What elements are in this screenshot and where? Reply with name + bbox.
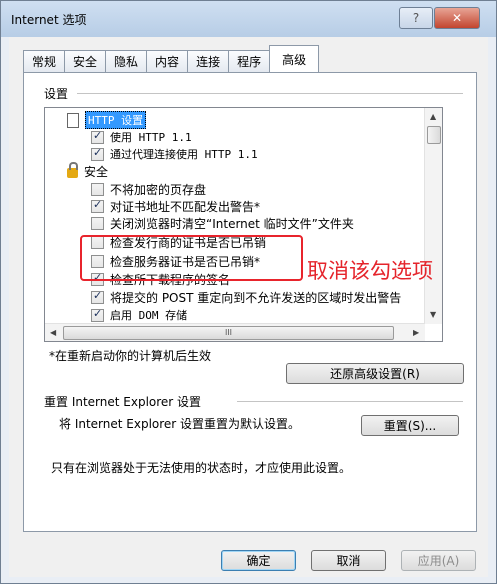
list-item[interactable]: 不将加密的页存盘 — [91, 181, 206, 197]
internet-options-window: Internet 选项 ? ✕ 常规 安全 隐私 内容 连接 程序 高级 设置 … — [0, 0, 497, 584]
settings-divider — [77, 93, 463, 94]
restart-note: *在重新启动你的计算机后生效 — [49, 349, 212, 363]
settings-group-label: 设置 — [44, 87, 69, 101]
list-item[interactable]: 对证书地址不匹配发出警告* — [91, 198, 260, 214]
checkbox[interactable] — [91, 182, 104, 196]
close-button[interactable]: ✕ — [434, 7, 480, 29]
settings-list[interactable]: HTTP 设置 使用 HTTP 1.1 通过代理连接使用 HTTP 1.1 安全… — [44, 107, 443, 342]
cancel-button[interactable]: 取消 — [311, 550, 386, 571]
tab-privacy[interactable]: 隐私 — [105, 50, 148, 72]
tab-strip: 常规 安全 隐私 内容 连接 程序 高级 — [23, 45, 320, 72]
checkbox[interactable] — [91, 129, 104, 144]
checkbox[interactable] — [91, 146, 104, 161]
list-item-label: 启用 DOM 存储 — [110, 309, 188, 322]
list-item-label: 不将加密的页存盘 — [110, 182, 207, 197]
checkbox[interactable] — [91, 198, 104, 213]
tab-advanced[interactable]: 高级 — [269, 45, 320, 72]
tab-programs[interactable]: 程序 — [228, 50, 271, 72]
reset-button[interactable]: 重置(S)... — [361, 415, 459, 436]
reset-note: 只有在浏览器处于无法使用的状态时，才应使用此设置。 — [51, 461, 352, 475]
list-item-label: 将提交的 POST 重定向到不允许发送的区域时发出警告 — [110, 290, 402, 305]
list-item[interactable]: 检查发行商的证书是否已吊销 — [91, 234, 266, 250]
list-item-label: 使用 HTTP 1.1 — [110, 131, 192, 144]
scroll-left-icon[interactable]: ◀ — [50, 328, 56, 337]
scroll-thumb[interactable]: III — [63, 326, 394, 340]
scroll-up-icon[interactable]: ▲ — [430, 112, 436, 121]
tab-content[interactable]: 内容 — [146, 50, 189, 72]
checkbox[interactable] — [91, 271, 104, 286]
vertical-scrollbar[interactable]: ▲ ▼ — [424, 108, 442, 324]
tab-general[interactable]: 常规 — [23, 50, 66, 72]
ok-button[interactable]: 确定 — [221, 550, 296, 571]
scroll-thumb[interactable] — [427, 126, 441, 144]
checkbox[interactable] — [91, 289, 104, 304]
list-item[interactable]: 检查所下载程序的签名 — [91, 271, 230, 287]
checkbox[interactable] — [91, 254, 104, 268]
help-button[interactable]: ? — [399, 7, 433, 29]
list-item[interactable]: 将提交的 POST 重定向到不允许发送的区域时发出警告 — [91, 289, 401, 305]
annotation-text: 取消该勾选项 — [307, 259, 433, 283]
restore-advanced-settings-button[interactable]: 还原高级设置(R) — [286, 363, 464, 384]
scroll-right-icon[interactable]: ▶ — [413, 328, 419, 337]
list-item-label: 安全 — [84, 164, 109, 179]
list-item[interactable]: 安全 — [67, 162, 109, 179]
list-item[interactable]: 关闭浏览器时清空“Internet 临时文件”文件夹 — [91, 215, 354, 231]
list-item-label: 对证书地址不匹配发出警告* — [110, 199, 261, 214]
reset-description: 将 Internet Explorer 设置重置为默认设置。 — [59, 417, 301, 431]
apply-button[interactable]: 应用(A) — [401, 550, 476, 571]
list-item[interactable]: 检查服务器证书是否已吊销* — [91, 253, 260, 269]
list-item-label: 检查发行商的证书是否已吊销 — [110, 235, 267, 250]
tab-security[interactable]: 安全 — [64, 50, 107, 72]
reset-group-label: 重置 Internet Explorer 设置 — [44, 395, 202, 409]
list-item[interactable]: 通过代理连接使用 HTTP 1.1 — [91, 146, 258, 162]
list-item-label: 通过代理连接使用 HTTP 1.1 — [110, 148, 258, 161]
horizontal-scrollbar[interactable]: ◀ III ▶ — [45, 323, 425, 341]
list-item[interactable]: 启用 DOM 存储 — [91, 307, 187, 323]
list-item-label: 关闭浏览器时清空“Internet 临时文件”文件夹 — [110, 216, 354, 231]
checkbox[interactable] — [91, 235, 104, 249]
checkbox[interactable] — [91, 216, 104, 230]
list-item-label: 检查所下载程序的签名 — [110, 272, 231, 287]
tab-connections[interactable]: 连接 — [187, 50, 230, 72]
list-item[interactable]: 使用 HTTP 1.1 — [91, 129, 192, 145]
checkbox[interactable] — [91, 307, 104, 322]
list-item-label: HTTP 设置 — [85, 111, 147, 129]
title-bar[interactable]: Internet 选项 ? ✕ — [1, 1, 496, 37]
scroll-down-icon[interactable]: ▼ — [430, 310, 436, 319]
document-icon — [67, 112, 79, 128]
window-title: Internet 选项 — [11, 13, 87, 27]
list-item[interactable]: HTTP 设置 — [67, 111, 147, 129]
list-item-label: 检查服务器证书是否已吊销* — [110, 254, 261, 269]
lock-icon — [67, 162, 78, 178]
reset-divider — [237, 401, 463, 402]
